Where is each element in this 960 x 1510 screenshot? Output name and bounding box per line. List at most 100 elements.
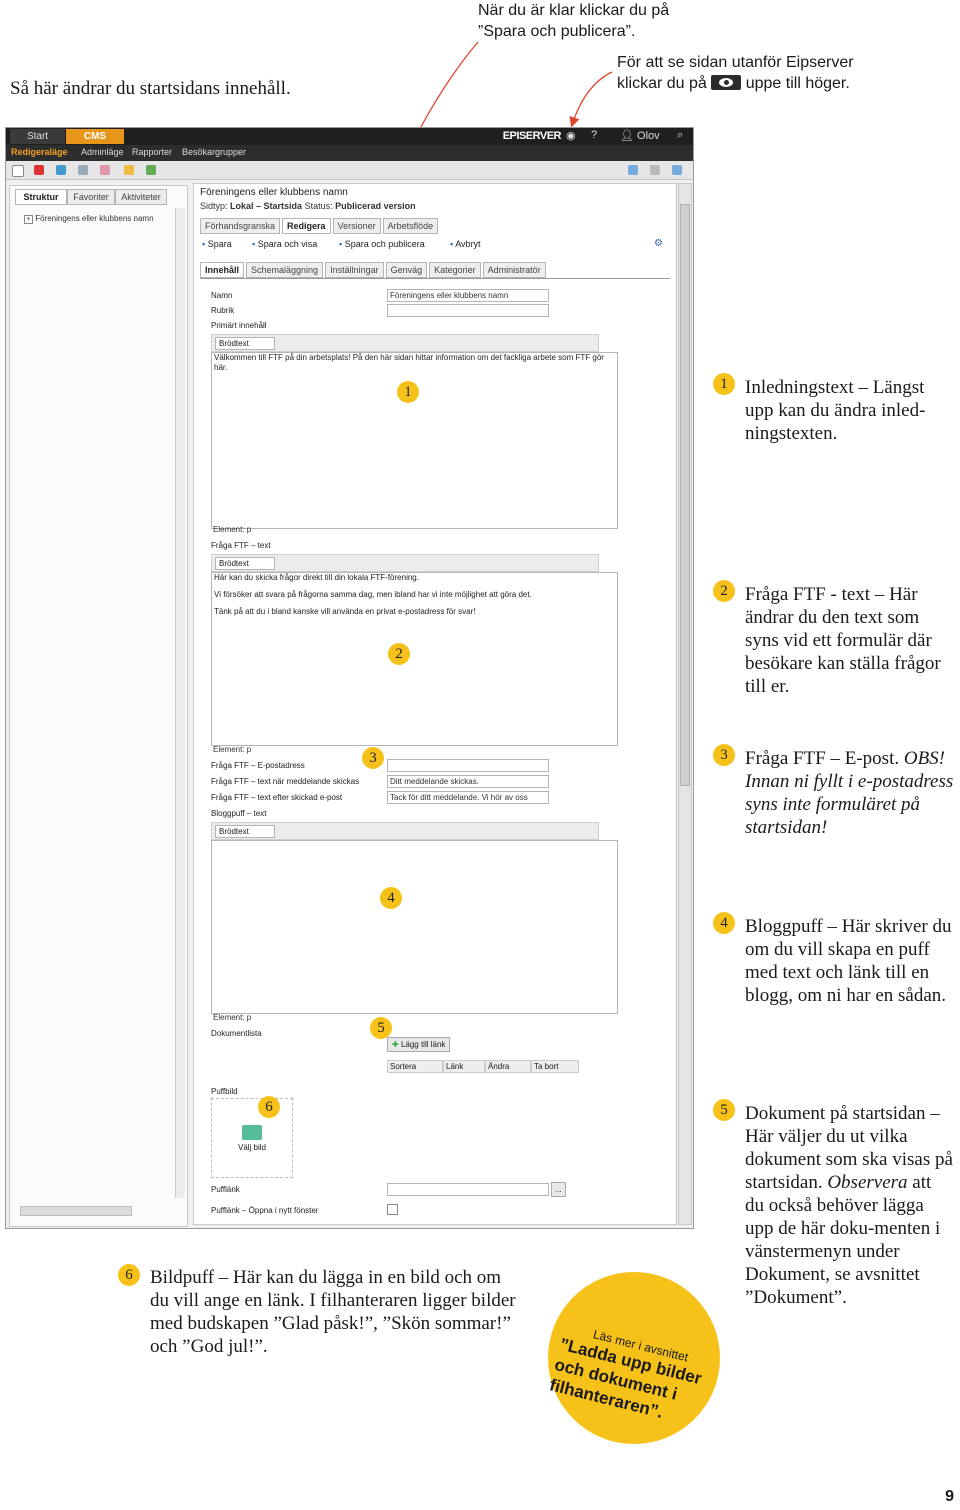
blogg-editor[interactable] bbox=[211, 840, 618, 1014]
menu-reports[interactable]: Rapporter bbox=[132, 147, 172, 157]
editor-scrollbar[interactable] bbox=[678, 183, 692, 1225]
add-icon: ✚ bbox=[392, 1040, 399, 1049]
cancel-button[interactable]: ▪ Avbryt bbox=[450, 239, 481, 249]
primart-label: Primärt innehåll bbox=[211, 321, 267, 330]
expand-icon[interactable]: + bbox=[24, 215, 33, 224]
efter-input[interactable]: Tack för ditt meddelande. Vi hör av oss bbox=[387, 791, 549, 804]
fraga-editor[interactable]: Här kan du skicka frågor direkt till din… bbox=[211, 572, 618, 746]
col-sort[interactable]: Sortera bbox=[387, 1060, 443, 1073]
tab-versions[interactable]: Versioner bbox=[332, 218, 381, 234]
choose-image-label: Välj bild bbox=[237, 1143, 266, 1152]
tools-icon[interactable] bbox=[124, 165, 134, 175]
tab-scheduling[interactable]: Schemaläggning bbox=[246, 262, 324, 278]
editor-panel: Föreningens eller klubbens namn Sidtyp: … bbox=[193, 183, 677, 1225]
fraga-line: Tänk på att du i bland kanske vill använ… bbox=[214, 607, 476, 616]
search-icon[interactable]: ⌕ bbox=[677, 129, 683, 142]
col-delete[interactable]: Ta bort bbox=[531, 1060, 579, 1073]
tree-item[interactable]: + Föreningens eller klubbens namn bbox=[24, 214, 154, 224]
layout-icon[interactable] bbox=[672, 165, 682, 175]
tab-activities[interactable]: Aktiviteter bbox=[115, 189, 167, 205]
cancel-icon: ▪ bbox=[450, 239, 454, 249]
tab-start[interactable]: Start bbox=[10, 129, 65, 144]
callout-3-text: Fråga FTF – E-post. bbox=[745, 748, 900, 769]
add-link-button[interactable]: ✚ Lägg till länk bbox=[387, 1037, 451, 1052]
tab-content[interactable]: Innehåll bbox=[200, 262, 245, 278]
meta-label: Sidtyp: bbox=[200, 201, 228, 211]
new-page-icon[interactable] bbox=[12, 165, 24, 177]
add-link-label: Lägg till länk bbox=[400, 1040, 446, 1049]
format-select[interactable]: Brödtext bbox=[215, 337, 275, 350]
save-button[interactable]: ▪ Spara bbox=[202, 239, 232, 249]
help-menu[interactable]: ? bbox=[591, 129, 597, 141]
cms-screenshot: Start CMS EPISERVER ◉ ? 👤︎ Olov ⌕ Redige… bbox=[5, 127, 694, 1229]
user-icon: 👤︎ bbox=[620, 130, 634, 142]
callout-3: 3 Fråga FTF – E-post. OBS! Innan ni fyll… bbox=[713, 744, 957, 839]
tab-administrator[interactable]: Administratör bbox=[482, 262, 546, 278]
callout-5: 5 Dokument på startsidan – Här väljer du… bbox=[713, 1099, 955, 1309]
efter-label: Fråga FTF – text efter skickad e-post bbox=[211, 793, 343, 802]
save-view-button[interactable]: ▪ Spara och visa bbox=[252, 239, 317, 249]
col-edit[interactable]: Ändra bbox=[485, 1060, 531, 1073]
users-icon[interactable] bbox=[146, 165, 156, 175]
delete-icon[interactable] bbox=[34, 165, 44, 175]
richtext-toolbar: Brödtext bbox=[211, 334, 599, 352]
callout-3-number: 3 bbox=[713, 744, 735, 766]
menu-edit-mode[interactable]: Redigeraläge bbox=[11, 147, 68, 157]
arrow-to-eye bbox=[569, 71, 613, 128]
col-link[interactable]: Länk bbox=[443, 1060, 485, 1073]
settings-icon[interactable] bbox=[650, 165, 660, 175]
browse-button[interactable]: ... bbox=[551, 1182, 566, 1197]
tab-preview[interactable]: Förhandsgranska bbox=[200, 218, 281, 234]
menu-admin-mode[interactable]: Adminläge bbox=[81, 147, 124, 157]
skickas-input[interactable]: Ditt meddelande skickas. bbox=[387, 775, 549, 788]
element-path: Element: p bbox=[213, 745, 252, 754]
tab-cms[interactable]: CMS bbox=[66, 129, 124, 144]
rubrik-input[interactable] bbox=[387, 304, 549, 317]
namn-input[interactable]: Föreningens eller klubbens namn bbox=[387, 289, 549, 302]
format-select[interactable]: Brödtext bbox=[215, 557, 275, 570]
rubrik-label: Rubrik bbox=[211, 306, 235, 315]
callout-6: 6 Bildpuff – Här kan du lägga in en bild… bbox=[118, 1264, 520, 1358]
image-picker[interactable]: Välj bild bbox=[211, 1098, 293, 1178]
element-path: Element: p bbox=[213, 525, 252, 534]
tab-workflow[interactable]: Arbetsflöde bbox=[382, 218, 439, 234]
richtext-toolbar: Brödtext bbox=[211, 554, 599, 572]
tab-shortcut[interactable]: Genväg bbox=[385, 262, 428, 278]
doklista-label: Dokumentlista bbox=[211, 1029, 262, 1038]
publish-icon: ▪ bbox=[339, 239, 343, 249]
horizontal-scrollbar[interactable] bbox=[20, 1206, 132, 1216]
user-settings-icon[interactable]: ⚙ bbox=[654, 238, 663, 249]
menu-visitor-groups[interactable]: Besökargrupper bbox=[182, 147, 246, 157]
scroll-thumb[interactable] bbox=[680, 204, 690, 786]
new-window-checkbox[interactable] bbox=[387, 1204, 398, 1215]
left-scrollbar[interactable] bbox=[175, 208, 185, 1198]
marker-2: 2 bbox=[388, 643, 410, 665]
tab-edit[interactable]: Redigera bbox=[282, 218, 331, 234]
intro-editor[interactable]: Välkommen till FTF på din arbetsplats! P… bbox=[211, 352, 618, 529]
callout-2: 2 Fråga FTF - text – Här ändrar du den t… bbox=[713, 580, 955, 698]
divider bbox=[200, 278, 670, 279]
cms-menubar: Redigeraläge Adminläge Rapporter Besökar… bbox=[6, 145, 693, 161]
tab-structure[interactable]: Struktur bbox=[15, 189, 67, 205]
paste-icon[interactable] bbox=[100, 165, 110, 175]
format-select[interactable]: Brödtext bbox=[215, 825, 275, 838]
marker-1: 1 bbox=[397, 381, 419, 403]
save-publish-button[interactable]: ▪ Spara och publicera bbox=[339, 239, 425, 249]
move-icon[interactable] bbox=[56, 165, 66, 175]
panel-icon[interactable] bbox=[628, 165, 638, 175]
pufflank-ny-label: Pufflänk – Öppna i nytt fönster bbox=[211, 1206, 319, 1215]
structure-panel: Struktur Favoriter Aktiviteter + Förenin… bbox=[9, 185, 188, 1227]
puffbild-label: Puffbild bbox=[211, 1087, 238, 1096]
epost-input[interactable] bbox=[387, 759, 549, 772]
fraga-line: Här kan du skicka frågor direkt till din… bbox=[214, 573, 419, 582]
user-menu[interactable]: 👤︎ Olov bbox=[620, 129, 660, 142]
save-view-icon: ▪ bbox=[252, 239, 256, 249]
tab-settings[interactable]: Inställningar bbox=[325, 262, 384, 278]
eye-icon[interactable]: ◉ bbox=[566, 129, 576, 142]
tab-categories[interactable]: Kategorier bbox=[429, 262, 481, 278]
pufflank-input[interactable] bbox=[387, 1183, 549, 1196]
tab-favorites[interactable]: Favoriter bbox=[67, 189, 115, 205]
meta-value: Lokal – Startsida bbox=[230, 201, 303, 211]
copy-icon[interactable] bbox=[78, 165, 88, 175]
callout-4-number: 4 bbox=[713, 912, 735, 934]
